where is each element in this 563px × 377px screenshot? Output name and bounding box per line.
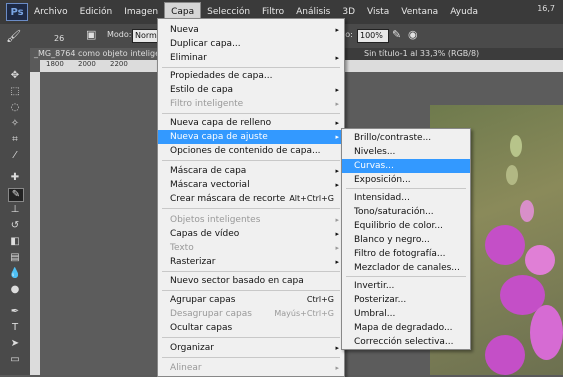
ruler-tick: 1800 (46, 60, 64, 68)
lasso-tool-icon[interactable]: ◌ (8, 102, 22, 114)
history-brush-icon[interactable]: ↺ (8, 220, 22, 232)
submenu-item-tono-saturacion[interactable]: Tono/saturación... (342, 205, 470, 219)
submenu-item-mezclador-canales[interactable]: Mezclador de canales... (342, 261, 470, 275)
menu-item-objetos-inteligentes: Objetos inteligentes ▸ (170, 215, 339, 225)
menu-item-eliminar[interactable]: Eliminar ▸ (158, 51, 344, 65)
menu-item-ocultar-capas[interactable]: Ocultar capas (158, 321, 344, 335)
submenu-item-umbral[interactable]: Umbral... (342, 307, 470, 321)
menu-ventana[interactable]: Ventana (395, 3, 444, 21)
menu-separator (346, 276, 466, 277)
brush-icon[interactable]: 🖌 (6, 29, 21, 43)
menu-separator (162, 208, 340, 209)
photoshop-logo: Ps (6, 3, 28, 21)
flow-input[interactable]: 100% (357, 29, 389, 43)
ruler-vertical (30, 72, 40, 375)
type-tool-icon[interactable]: T (8, 322, 22, 334)
menu-item-capas-video[interactable]: Capas de vídeo ▸ (158, 227, 344, 241)
mode-label: Modo: (107, 30, 132, 39)
brush-tool-icon[interactable]: ✎ (8, 188, 24, 202)
menu-separator (162, 67, 340, 68)
menu-item-nueva-capa-relleno[interactable]: Nueva capa de relleno ▸ (158, 116, 344, 130)
menu-item-rasterizar[interactable]: Rasterizar ▸ (158, 255, 344, 269)
menu-separator (162, 113, 340, 114)
path-select-icon[interactable]: ➤ (8, 338, 22, 350)
menu-ayuda[interactable]: Ayuda (444, 3, 484, 21)
menu-separator (162, 160, 340, 161)
tab-doc-2[interactable]: Sin título-1 al 33,3% (RGB/8) (360, 48, 483, 60)
menu-vista[interactable]: Vista (361, 3, 395, 21)
menu-item-nueva-capa-ajuste[interactable]: Nueva capa de ajuste ▸ (158, 130, 344, 144)
menu-item-texto: Texto ▸ (170, 243, 339, 253)
clone-stamp-icon[interactable]: ⊥ (8, 204, 22, 216)
ruler-tick: 2200 (110, 60, 128, 68)
submenu-item-intensidad[interactable]: Intensidad... (342, 191, 470, 205)
submenu-item-exposicion[interactable]: Exposición... (342, 173, 470, 187)
menu-separator (162, 271, 340, 272)
airbrush-icon[interactable]: ✎ (392, 28, 401, 41)
menu-item-estilo-capa[interactable]: Estilo de capa ▸ (158, 83, 344, 97)
eraser-icon[interactable]: ◧ (8, 236, 22, 248)
menu-item-nueva[interactable]: Nueva ▸ (158, 23, 344, 37)
menu-archivo[interactable]: Archivo (28, 3, 74, 21)
submenu-item-brillo-contraste[interactable]: Brillo/contraste... (342, 131, 470, 145)
blur-tool-icon[interactable]: 💧 (8, 268, 22, 280)
tab-doc-1[interactable]: _MG_8764 como objeto intelige (30, 48, 165, 60)
menu-item-filtro-inteligente: Filtro inteligente ▸ (170, 99, 339, 109)
shape-tool-icon[interactable]: ▭ (8, 354, 22, 366)
menu-item-opciones-contenido[interactable]: Opciones de contenido de capa... (158, 144, 344, 158)
zoom-level: 16,7 (537, 4, 555, 13)
pressure-icon[interactable]: ◉ (408, 28, 418, 41)
menu-item-propiedades-capa[interactable]: Propiedades de capa... (158, 69, 344, 83)
toolbox: ✥ ⬚ ◌ ✧ ⌗ ⁄ ✚ ✎ ⊥ ↺ ◧ ▤ 💧 ● ✒ T ➤ ▭ (0, 48, 30, 375)
submenu-item-posterizar[interactable]: Posterizar... (342, 293, 470, 307)
menu-item-alinear: Alinear ▸ (170, 363, 339, 373)
submenu-item-blanco-negro[interactable]: Blanco y negro... (342, 233, 470, 247)
marquee-tool-icon[interactable]: ⬚ (8, 86, 22, 98)
menu-separator (162, 337, 340, 338)
healing-tool-icon[interactable]: ✚ (8, 172, 22, 184)
menu-item-mascara-vectorial[interactable]: Máscara vectorial ▸ (158, 178, 344, 192)
pen-tool-icon[interactable]: ✒ (8, 306, 22, 318)
adjustment-layer-submenu: Brillo/contraste... Niveles... Curvas...… (341, 128, 471, 350)
submenu-item-niveles[interactable]: Niveles... (342, 145, 470, 159)
move-tool-icon[interactable]: ✥ (8, 70, 22, 82)
submenu-item-curvas[interactable]: Curvas... (342, 159, 470, 173)
submenu-item-invertir[interactable]: Invertir... (342, 279, 470, 293)
menu-edicion[interactable]: Edición (74, 3, 119, 21)
menu-item-desagrupar-capas: Desagrupar capas Mayús+Ctrl+G (170, 309, 334, 319)
menu-separator (162, 290, 340, 291)
mode-select[interactable]: Normal (132, 29, 164, 43)
menu-item-agrupar-capas[interactable]: Agrupar capas Ctrl+G (158, 293, 344, 307)
gradient-tool-icon[interactable]: ▤ (8, 252, 22, 264)
submenu-item-equilibrio-color[interactable]: Equilibrio de color... (342, 219, 470, 233)
dodge-tool-icon[interactable]: ● (8, 284, 22, 296)
menu-item-mascara-recorte[interactable]: Crear máscara de recorte Alt+Ctrl+G (158, 192, 344, 206)
menu-item-organizar[interactable]: Organizar ▸ (158, 341, 344, 355)
brush-panel-icon[interactable]: ▣ (86, 28, 96, 41)
brush-size[interactable]: 26 (54, 34, 64, 43)
quick-select-icon[interactable]: ✧ (8, 118, 22, 130)
submenu-item-mapa-degradado[interactable]: Mapa de degradado... (342, 321, 470, 335)
menu-item-mascara-capa[interactable]: Máscara de capa ▸ (158, 164, 344, 178)
submenu-item-correccion-selectiva[interactable]: Corrección selectiva... (342, 335, 470, 349)
submenu-item-filtro-fotografia[interactable]: Filtro de fotografía... (342, 247, 470, 261)
capa-menu: Nueva ▸ Duplicar capa... Eliminar ▸ Propie… (157, 18, 345, 377)
crop-tool-icon[interactable]: ⌗ (8, 134, 22, 146)
menu-separator (162, 357, 340, 358)
menu-item-nuevo-sector[interactable]: Nuevo sector basado en capa (158, 274, 344, 288)
eyedropper-icon[interactable]: ⁄ (8, 150, 22, 162)
ruler-tick: 2000 (78, 60, 96, 68)
menu-separator (346, 188, 466, 189)
menu-item-duplicar-capa[interactable]: Duplicar capa... (158, 37, 344, 51)
